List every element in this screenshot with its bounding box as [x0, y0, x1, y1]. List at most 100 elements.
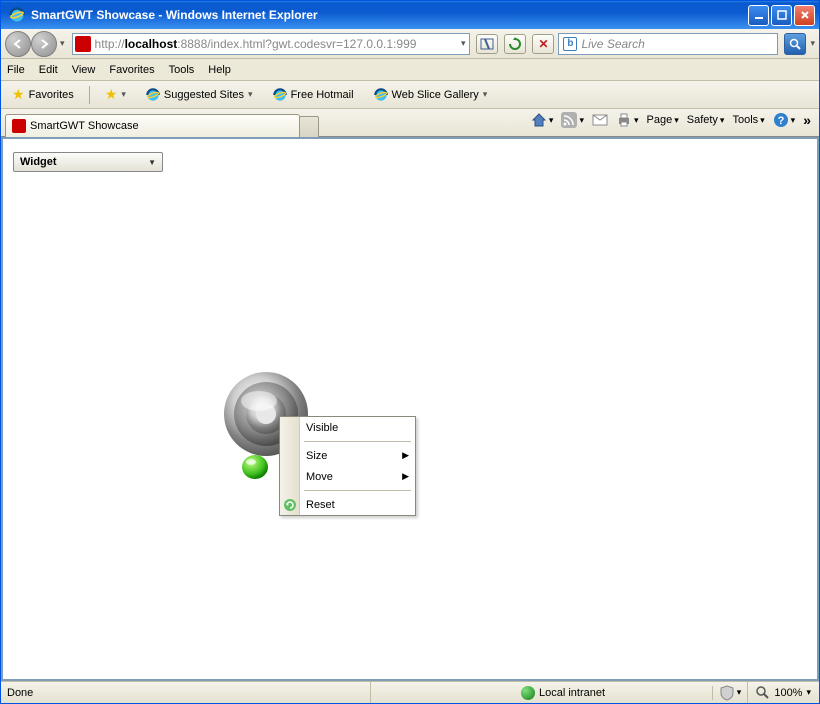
- window-frame: SmartGWT Showcase - Windows Internet Exp…: [0, 0, 820, 704]
- print-icon: [616, 112, 632, 128]
- url-path: :8888/index.html?gwt.codesvr=127.0.0.1:9…: [177, 37, 416, 51]
- site-icon: [75, 36, 91, 52]
- url-text: http://localhost:8888/index.html?gwt.cod…: [95, 37, 459, 51]
- context-menu-size-label: Size: [306, 450, 327, 462]
- tools-menu[interactable]: Tools▾: [732, 114, 764, 126]
- submenu-arrow-icon: ▶: [402, 450, 409, 461]
- new-tab-button[interactable]: [299, 116, 319, 137]
- status-bar: Done Local intranet ▾ 100% ▾: [1, 681, 819, 703]
- nav-bar: ▾ http://localhost:8888/index.html?gwt.c…: [1, 29, 819, 59]
- ie-icon: [146, 88, 160, 102]
- help-button[interactable]: ? ▾: [773, 112, 796, 128]
- web-slice-label: Web Slice Gallery: [392, 89, 479, 101]
- context-menu-separator: [304, 441, 411, 442]
- forward-button[interactable]: [31, 31, 57, 57]
- rss-icon: [561, 112, 577, 128]
- context-menu-separator: [304, 490, 411, 491]
- refresh-button[interactable]: [504, 34, 526, 54]
- web-slice-button[interactable]: Web Slice Gallery: [369, 86, 493, 104]
- page-menu[interactable]: Page▾: [647, 114, 679, 126]
- page-label: Page: [647, 114, 673, 126]
- pawn-image[interactable]: [240, 452, 270, 482]
- safety-label: Safety: [687, 114, 718, 126]
- url-dropdown-icon[interactable]: ▾: [459, 38, 468, 49]
- url-host: localhost: [125, 37, 178, 51]
- menu-view[interactable]: View: [72, 64, 96, 76]
- feeds-button[interactable]: ▾: [561, 112, 584, 128]
- search-go-button[interactable]: [784, 33, 806, 55]
- help-icon: ?: [773, 112, 789, 128]
- tools-label: Tools: [732, 114, 758, 126]
- search-box[interactable]: b Live Search: [558, 33, 778, 55]
- widget-dropdown[interactable]: Widget: [13, 152, 163, 172]
- close-button[interactable]: [794, 5, 815, 26]
- search-options-dropdown[interactable]: ▾: [810, 38, 815, 49]
- tab-area: SmartGWT Showcase ▾ ▾ ▾ Page▾ Safety▾ To…: [1, 109, 819, 137]
- safety-menu[interactable]: Safety▾: [687, 114, 725, 126]
- star-icon: ★: [12, 86, 25, 103]
- window-buttons: [748, 5, 815, 26]
- home-button[interactable]: ▾: [531, 112, 554, 128]
- free-hotmail-button[interactable]: Free Hotmail: [268, 86, 359, 104]
- free-hotmail-label: Free Hotmail: [291, 89, 354, 101]
- menu-file[interactable]: File: [7, 64, 25, 76]
- reset-icon: [282, 497, 298, 513]
- more-commands-chevron-icon[interactable]: »: [803, 112, 811, 128]
- status-zone-label: Local intranet: [539, 687, 605, 699]
- ie-icon: [273, 88, 287, 102]
- ie-icon: [374, 88, 388, 102]
- tab-icon: [12, 119, 26, 133]
- search-placeholder: Live Search: [581, 37, 644, 51]
- window-title: SmartGWT Showcase - Windows Internet Exp…: [29, 8, 748, 22]
- back-button[interactable]: [5, 31, 31, 57]
- protected-mode-cell[interactable]: ▾: [713, 682, 749, 703]
- menu-edit[interactable]: Edit: [39, 64, 58, 76]
- zoom-value: 100%: [774, 687, 802, 699]
- print-button[interactable]: ▾: [616, 112, 639, 128]
- context-menu-move[interactable]: Move ▶: [280, 466, 415, 487]
- dropdown-icon: ▾: [121, 89, 126, 100]
- favorites-button[interactable]: ★ Favorites: [7, 84, 79, 105]
- zoom-icon: [756, 686, 770, 700]
- context-menu-reset[interactable]: Reset: [280, 494, 415, 515]
- mail-icon: [592, 114, 608, 126]
- suggested-sites-label: Suggested Sites: [164, 89, 244, 101]
- menu-tools[interactable]: Tools: [169, 64, 195, 76]
- content-area: Widget: [1, 137, 819, 681]
- star-add-icon: ★: [105, 86, 118, 103]
- widget-dropdown-label: Widget: [20, 156, 57, 168]
- separator: [89, 86, 90, 104]
- command-bar: ▾ ▾ ▾ Page▾ Safety▾ Tools▾ ? ▾ »: [531, 112, 811, 128]
- status-zone-cell[interactable]: Local intranet: [515, 686, 713, 700]
- tab-title: SmartGWT Showcase: [30, 120, 139, 132]
- address-bar[interactable]: http://localhost:8888/index.html?gwt.cod…: [72, 33, 471, 55]
- menu-favorites[interactable]: Favorites: [109, 64, 154, 76]
- stop-button[interactable]: ✕: [532, 34, 554, 54]
- favorites-label: Favorites: [29, 89, 74, 101]
- context-menu-move-label: Move: [306, 471, 333, 483]
- ie-icon: [9, 7, 25, 23]
- favorites-bar: ★ Favorites ★ ▾ Suggested Sites Free Hot…: [1, 81, 819, 109]
- context-menu: Visible Size ▶ Move ▶ Reset: [279, 416, 416, 516]
- tab-smartgwt[interactable]: SmartGWT Showcase: [5, 114, 300, 137]
- context-menu-visible[interactable]: Visible: [280, 417, 415, 438]
- read-mail-button[interactable]: [592, 114, 608, 126]
- url-scheme: http://: [95, 37, 125, 51]
- zoom-cell[interactable]: 100% ▾: [748, 686, 819, 700]
- context-menu-size[interactable]: Size ▶: [280, 445, 415, 466]
- submenu-arrow-icon: ▶: [402, 471, 409, 482]
- menu-bar: File Edit View Favorites Tools Help: [1, 59, 819, 81]
- status-text: Done: [1, 682, 371, 703]
- minimize-button[interactable]: [748, 5, 769, 26]
- maximize-button[interactable]: [771, 5, 792, 26]
- title-bar: SmartGWT Showcase - Windows Internet Exp…: [1, 1, 819, 29]
- home-icon: [531, 112, 547, 128]
- compat-view-button[interactable]: [476, 34, 498, 54]
- add-favorite-button[interactable]: ★ ▾: [100, 84, 131, 105]
- menu-help[interactable]: Help: [208, 64, 231, 76]
- suggested-sites-button[interactable]: Suggested Sites: [141, 86, 258, 104]
- context-menu-reset-label: Reset: [306, 499, 335, 511]
- nav-history-dropdown[interactable]: ▾: [57, 38, 68, 49]
- shield-icon: [719, 685, 735, 701]
- context-menu-visible-label: Visible: [306, 422, 338, 434]
